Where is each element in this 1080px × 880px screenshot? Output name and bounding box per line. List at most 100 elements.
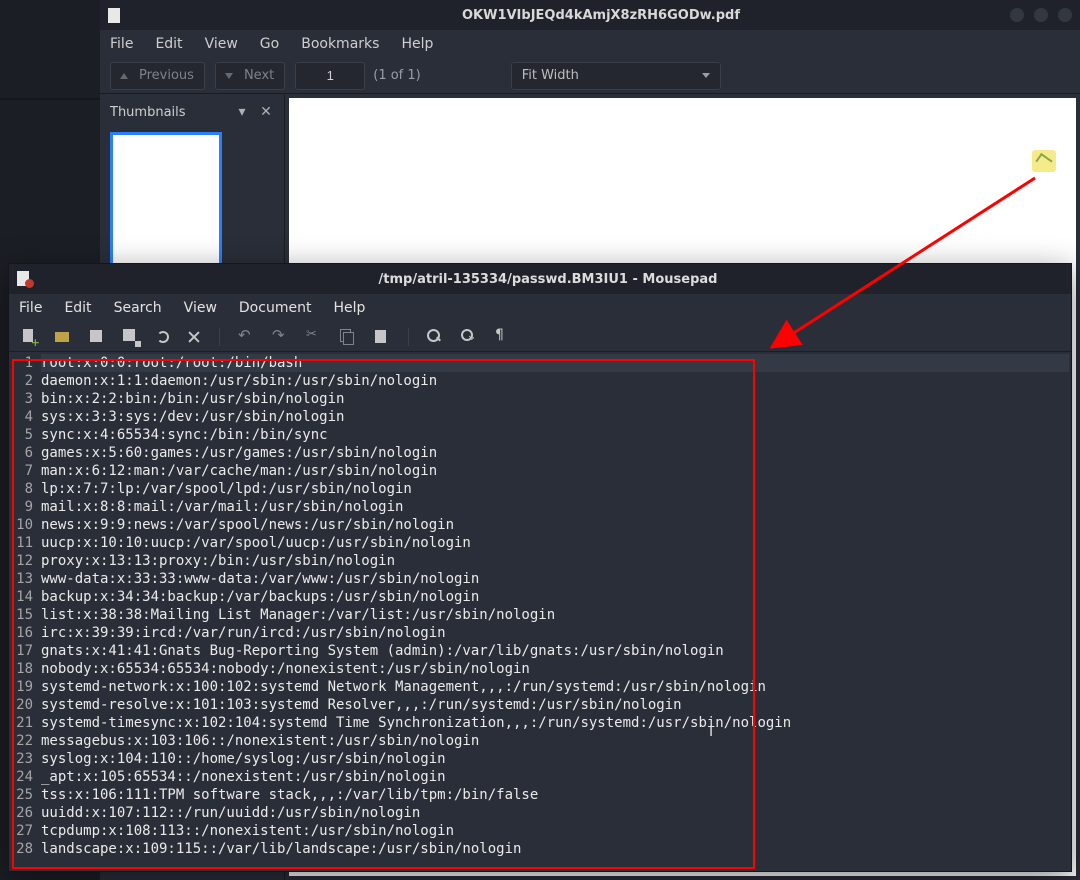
line-number-gutter: 1234567891011121314151617181920212223242…: [9, 352, 37, 871]
editor-menu-help[interactable]: Help: [333, 300, 365, 316]
window-minimize-button[interactable]: [1010, 8, 1024, 22]
code-line[interactable]: news:x:9:9:news:/var/spool/news:/usr/sbi…: [41, 516, 1069, 534]
code-line[interactable]: _apt:x:105:65534::/nonexistent:/usr/sbin…: [41, 768, 1069, 786]
code-line[interactable]: syslog:x:104:110::/home/syslog:/usr/sbin…: [41, 750, 1069, 768]
goto-line-icon[interactable]: [495, 329, 511, 345]
line-number: 12: [11, 552, 33, 570]
line-number: 24: [11, 768, 33, 786]
line-number: 4: [11, 408, 33, 426]
code-line[interactable]: daemon:x:1:1:daemon:/usr/sbin:/usr/sbin/…: [41, 372, 1069, 390]
editor-titlebar[interactable]: /tmp/atril-135334/passwd.BM3IU1 - Mousep…: [9, 264, 1071, 294]
line-number: 28: [11, 840, 33, 858]
editor-menu-search[interactable]: Search: [114, 300, 162, 316]
close-file-icon[interactable]: [187, 330, 201, 344]
pdf-menu-edit[interactable]: Edit: [155, 36, 182, 52]
editor-menu-document[interactable]: Document: [239, 300, 312, 316]
prev-page-button[interactable]: Previous: [110, 62, 205, 90]
code-line[interactable]: list:x:38:38:Mailing List Manager:/var/l…: [41, 606, 1069, 624]
zoom-value: Fit Width: [522, 68, 579, 83]
line-number: 9: [11, 498, 33, 516]
code-line[interactable]: irc:x:39:39:ircd:/var/run/ircd:/usr/sbin…: [41, 624, 1069, 642]
thumbnail-page-1[interactable]: [110, 132, 222, 278]
page-number-input[interactable]: [295, 62, 365, 90]
cut-icon[interactable]: [306, 329, 322, 345]
editor-menubar: File Edit Search View Document Help: [9, 294, 1071, 322]
copy-icon[interactable]: [340, 329, 356, 345]
paste-icon[interactable]: [374, 329, 390, 345]
code-line[interactable]: root:x:0:0:root:/root:/bin/bash: [41, 354, 1069, 372]
code-line[interactable]: proxy:x:13:13:proxy:/bin:/usr/sbin/nolog…: [41, 552, 1069, 570]
side-panel-menu-icon[interactable]: ▾: [234, 104, 250, 120]
save-as-icon[interactable]: [123, 329, 139, 345]
line-number: 10: [11, 516, 33, 534]
side-panel-close-icon[interactable]: ✕: [258, 104, 274, 120]
editor-menu-view[interactable]: View: [184, 300, 217, 316]
pdf-menu-help[interactable]: Help: [401, 36, 433, 52]
arrow-down-icon: [222, 69, 236, 83]
code-line[interactable]: bin:x:2:2:bin:/bin:/usr/sbin/nologin: [41, 390, 1069, 408]
toolbar-separator: [219, 328, 220, 346]
code-line[interactable]: tcpdump:x:108:113::/nonexistent:/usr/sbi…: [41, 822, 1069, 840]
code-line[interactable]: backup:x:34:34:backup:/var/backups:/usr/…: [41, 588, 1069, 606]
line-number: 15: [11, 606, 33, 624]
save-icon[interactable]: [89, 329, 105, 345]
pdf-menu-view[interactable]: View: [205, 36, 238, 52]
mousepad-window: /tmp/atril-135334/passwd.BM3IU1 - Mousep…: [8, 263, 1072, 872]
arrow-up-icon: [117, 69, 131, 83]
window-close-button[interactable]: [1058, 8, 1072, 22]
code-line[interactable]: sync:x:4:65534:sync:/bin:/bin/sync: [41, 426, 1069, 444]
line-number: 16: [11, 624, 33, 642]
line-number: 5: [11, 426, 33, 444]
line-number: 25: [11, 786, 33, 804]
find-icon[interactable]: [427, 329, 443, 345]
annotation-note-icon[interactable]: [1032, 150, 1056, 172]
document-icon: [108, 8, 120, 23]
line-number: 22: [11, 732, 33, 750]
editor-title: /tmp/atril-135334/passwd.BM3IU1 - Mousep…: [33, 272, 1063, 287]
code-line[interactable]: systemd-resolve:x:101:103:systemd Resolv…: [41, 696, 1069, 714]
new-file-icon[interactable]: [21, 329, 37, 345]
pdf-toolbar: Previous Next (1 of 1) Fit Width: [100, 58, 1080, 94]
open-file-icon[interactable]: [55, 329, 71, 345]
code-line[interactable]: messagebus:x:103:106::/nonexistent:/usr/…: [41, 732, 1069, 750]
line-number: 11: [11, 534, 33, 552]
code-content[interactable]: root:x:0:0:root:/root:/bin/bashdaemon:x:…: [37, 352, 1071, 871]
line-number: 7: [11, 462, 33, 480]
pdf-menu-file[interactable]: File: [110, 36, 133, 52]
redo-icon[interactable]: [272, 329, 288, 345]
find-replace-icon[interactable]: [461, 329, 477, 345]
window-maximize-button[interactable]: [1034, 8, 1048, 22]
code-line[interactable]: man:x:6:12:man:/var/cache/man:/usr/sbin/…: [41, 462, 1069, 480]
code-line[interactable]: systemd-network:x:100:102:systemd Networ…: [41, 678, 1069, 696]
code-line[interactable]: uuidd:x:107:112::/run/uuidd:/usr/sbin/no…: [41, 804, 1069, 822]
code-line[interactable]: games:x:5:60:games:/usr/games:/usr/sbin/…: [41, 444, 1069, 462]
line-number: 18: [11, 660, 33, 678]
code-line[interactable]: mail:x:8:8:mail:/var/mail:/usr/sbin/nolo…: [41, 498, 1069, 516]
code-line[interactable]: landscape:x:109:115::/var/lib/landscape:…: [41, 840, 1069, 858]
next-label: Next: [240, 68, 278, 83]
editor-toolbar: [9, 322, 1071, 352]
code-line[interactable]: gnats:x:41:41:Gnats Bug-Reporting System…: [41, 642, 1069, 660]
editor-menu-file[interactable]: File: [19, 300, 42, 316]
pdf-titlebar[interactable]: OKW1VIbJEQd4kAmjX8zRH6GODw.pdf: [100, 0, 1080, 30]
pdf-menu-go[interactable]: Go: [260, 36, 279, 52]
line-number: 14: [11, 588, 33, 606]
line-number: 3: [11, 390, 33, 408]
code-line[interactable]: lp:x:7:7:lp:/var/spool/lpd:/usr/sbin/nol…: [41, 480, 1069, 498]
reload-icon[interactable]: [157, 331, 169, 343]
code-line[interactable]: nobody:x:65534:65534:nobody:/nonexistent…: [41, 660, 1069, 678]
code-line[interactable]: www-data:x:33:33:www-data:/var/www:/usr/…: [41, 570, 1069, 588]
undo-icon[interactable]: [238, 329, 254, 345]
line-number: 23: [11, 750, 33, 768]
code-line[interactable]: systemd-timesync:x:102:104:systemd Time …: [41, 714, 1069, 732]
zoom-select[interactable]: Fit Width: [511, 62, 721, 90]
code-line[interactable]: sys:x:3:3:sys:/dev:/usr/sbin/nologin: [41, 408, 1069, 426]
code-line[interactable]: tss:x:106:111:TPM software stack,,,:/var…: [41, 786, 1069, 804]
text-cursor-icon: I: [709, 724, 713, 740]
pdf-menu-bookmarks[interactable]: Bookmarks: [301, 36, 379, 52]
editor-text-area[interactable]: 1234567891011121314151617181920212223242…: [9, 352, 1071, 871]
code-line[interactable]: uucp:x:10:10:uucp:/var/spool/uucp:/usr/s…: [41, 534, 1069, 552]
next-page-button[interactable]: Next: [215, 62, 285, 90]
editor-menu-edit[interactable]: Edit: [64, 300, 91, 316]
line-number: 2: [11, 372, 33, 390]
